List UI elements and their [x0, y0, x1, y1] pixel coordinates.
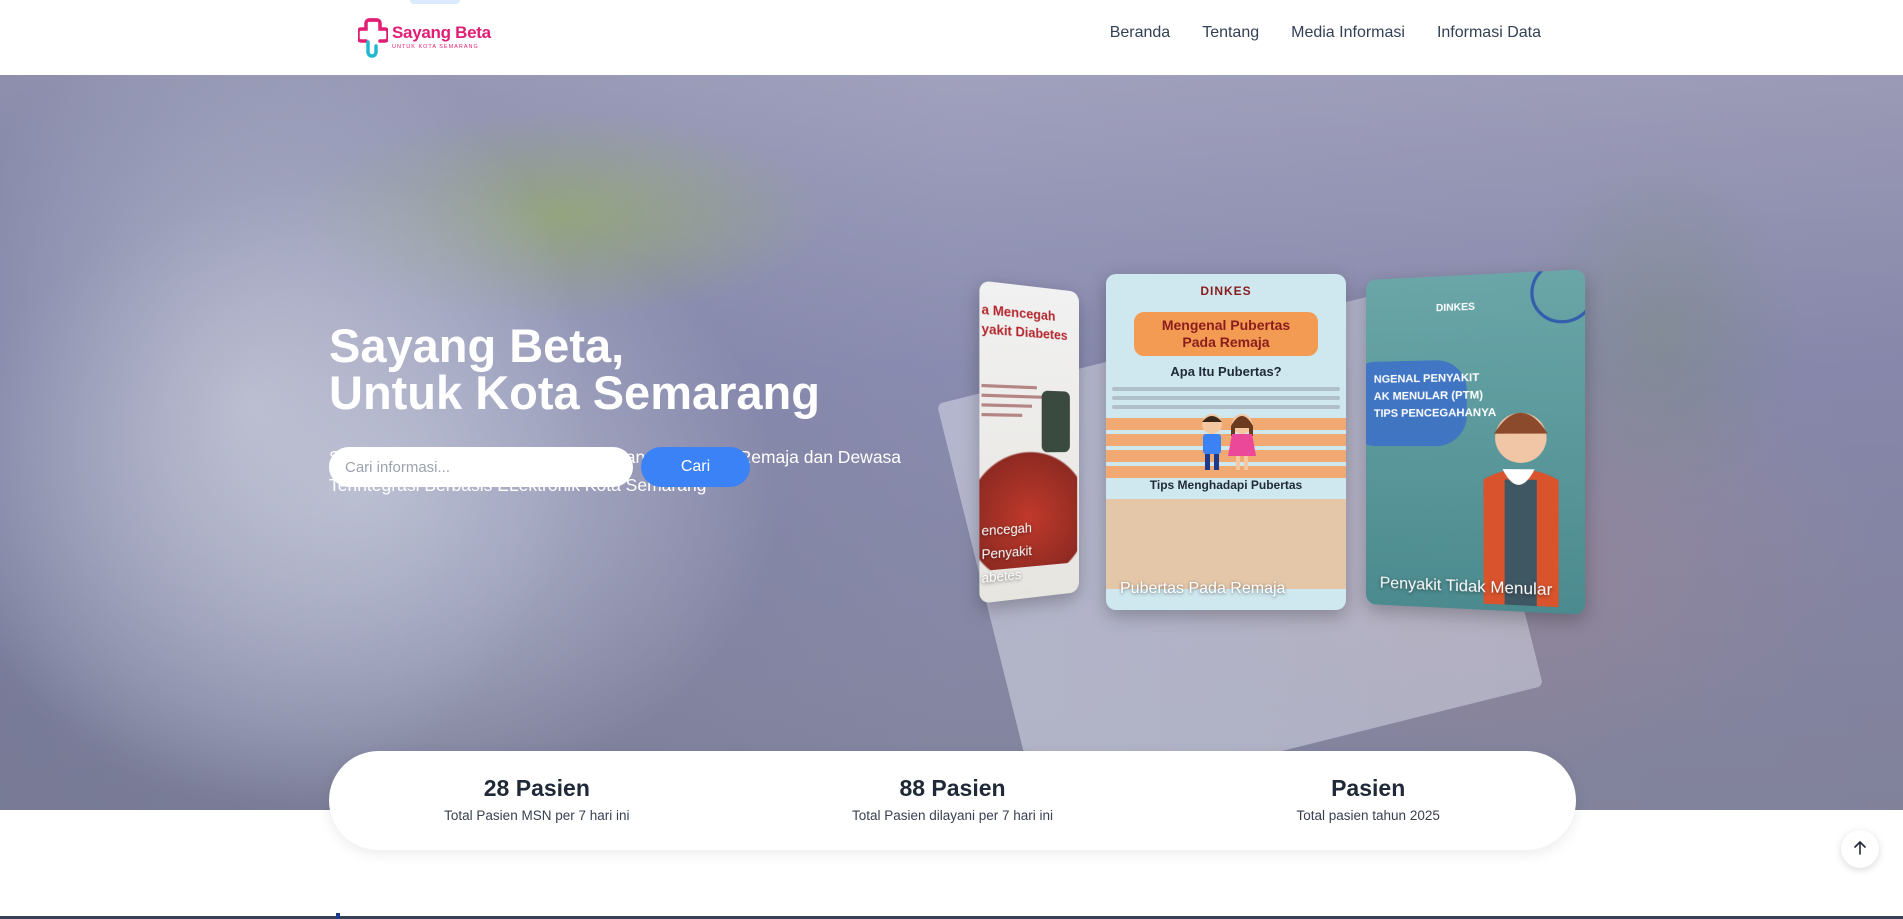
card-diabetes-caption: encegah Penyakit abetes [981, 519, 1032, 587]
children-illustration [1192, 410, 1262, 474]
search-button[interactable]: Cari [641, 447, 750, 487]
card-pubertas-tips: Tips Menghadapi Pubertas [1149, 478, 1303, 492]
stat-msn-week: 28 Pasien Total Pasien MSN per 7 hari in… [329, 751, 745, 850]
stat-label: Total Pasien dilayani per 7 hari ini [851, 808, 1054, 823]
next-section-marker [336, 913, 340, 919]
stat-label: Total pasien tahun 2025 [1296, 808, 1440, 823]
decorative-rings [1530, 269, 1586, 325]
navbar: Sayang Beta UNTUK KOTA SEMARANG Beranda … [0, 0, 1903, 75]
main-nav: Beranda Tentang Media Informasi Informas… [1110, 24, 1541, 42]
hero-section: Sayang Beta, Untuk Kota Semarang Simplif… [0, 75, 1903, 810]
nav-item-media-informasi[interactable]: Media Informasi [1291, 24, 1405, 42]
nav-item-informasi-data[interactable]: Informasi Data [1437, 24, 1541, 42]
card-ptm-org: DINKES [1435, 301, 1475, 315]
card-diabetes-heading: a Mencegah yakit Diabetes [981, 301, 1068, 344]
card-pubertas-tips-body [1106, 499, 1346, 589]
nav-item-tentang[interactable]: Tentang [1202, 24, 1259, 42]
logo-tab-accent [410, 0, 460, 4]
card-diabetes-body [981, 377, 1042, 423]
back-to-top-button[interactable] [1841, 830, 1879, 868]
search-input[interactable] [329, 447, 633, 487]
carousel-card-diabetes[interactable]: a Mencegah yakit Diabetes encegah Penyak… [979, 280, 1079, 604]
stat-value: 88 Pasien [899, 775, 1006, 801]
sick-person-illustration [1463, 395, 1570, 608]
arrow-up-icon [1852, 840, 1868, 859]
brand-subtitle: UNTUK KOTA SEMARANG [392, 44, 479, 51]
card-pubertas-caption: Pubertas Pada Remaja [1120, 580, 1286, 597]
brand-title: Sayang Beta [392, 22, 491, 42]
cross-heart-logo-icon [356, 16, 390, 58]
hero-title-line-2: Untuk Kota Semarang [329, 366, 820, 419]
card-pubertas-question: Apa Itu Pubertas? [1170, 364, 1282, 379]
stat-value: 28 Pasien [483, 775, 590, 801]
stats-panel: 28 Pasien Total Pasien MSN per 7 hari in… [329, 751, 1576, 850]
carousel-card-pubertas[interactable]: DINKES Mengenal Pubertas Pada Remaja Apa… [1106, 274, 1346, 610]
stat-served-week: 88 Pasien Total Pasien dilayani per 7 ha… [745, 751, 1161, 850]
card-pubertas-banner: Mengenal Pubertas Pada Remaja [1134, 312, 1318, 356]
stat-value: Pasien [1331, 775, 1406, 801]
carousel-card-ptm[interactable]: DINKES NGENAL PENYAKIT AK MENULAR (PTM) … [1366, 269, 1586, 615]
stat-year-total: Pasien Total pasien tahun 2025 [1160, 751, 1576, 850]
stat-label: Total Pasien MSN per 7 hari ini [444, 808, 630, 823]
hero-overlay [0, 75, 1903, 810]
hero-title-line-1: Sayang Beta, [329, 319, 625, 372]
card-pubertas-org: DINKES [1200, 284, 1252, 298]
hero-title: Sayang Beta, Untuk Kota Semarang [329, 322, 820, 416]
brand-logo[interactable]: Sayang Beta UNTUK KOTA SEMARANG [356, 16, 491, 58]
nav-item-beranda[interactable]: Beranda [1110, 24, 1171, 42]
